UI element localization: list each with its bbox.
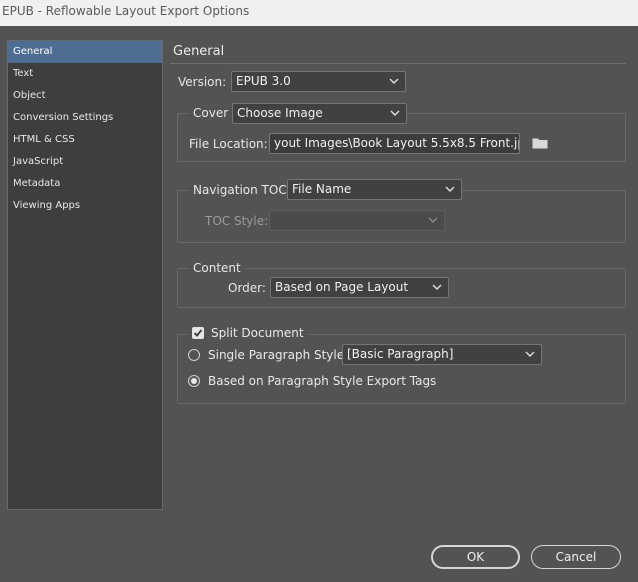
- sidebar-item-conversion-settings[interactable]: Conversion Settings: [8, 107, 162, 129]
- sidebar-item-text[interactable]: Text: [8, 63, 162, 85]
- sidebar-item-metadata[interactable]: Metadata: [8, 173, 162, 195]
- cover-value: Choose Image: [237, 106, 323, 120]
- sidebar: General Text Object Conversion Settings …: [7, 40, 163, 510]
- order-select[interactable]: Based on Page Layout: [270, 277, 449, 298]
- window-title: EPUB - Reflowable Layout Export Options: [0, 0, 638, 26]
- folder-icon[interactable]: [532, 137, 548, 149]
- version-value: EPUB 3.0: [236, 74, 291, 88]
- navigation-toc-label: Navigation TOC: [189, 183, 291, 197]
- paragraph-style-select[interactable]: [Basic Paragraph]: [342, 344, 542, 365]
- chevron-down-icon: [445, 186, 455, 192]
- file-location-field[interactable]: yout Images\Book Layout 5.5x8.5 Front.jp…: [269, 133, 520, 154]
- version-label: Version:: [178, 75, 227, 89]
- sidebar-item-general[interactable]: General: [8, 41, 162, 63]
- chevron-down-icon: [389, 78, 399, 84]
- export-tags-label: Based on Paragraph Style Export Tags: [208, 374, 437, 388]
- section-title: General: [173, 44, 225, 59]
- ok-button[interactable]: OK: [431, 545, 520, 569]
- version-select[interactable]: EPUB 3.0: [231, 71, 406, 92]
- checkmark-icon: [193, 329, 203, 337]
- order-value: Based on Page Layout: [275, 280, 409, 294]
- single-paragraph-radio[interactable]: [188, 349, 200, 361]
- single-paragraph-label: Single Paragraph Style: [208, 348, 345, 362]
- sidebar-item-object[interactable]: Object: [8, 85, 162, 107]
- export-tags-radio[interactable]: [188, 375, 200, 387]
- paragraph-style-value: [Basic Paragraph]: [347, 347, 454, 361]
- cover-select[interactable]: Choose Image: [232, 103, 407, 124]
- cancel-button[interactable]: Cancel: [531, 545, 621, 569]
- sidebar-item-viewing-apps[interactable]: Viewing Apps: [8, 195, 162, 217]
- section-divider: [170, 63, 626, 64]
- chevron-down-icon: [525, 351, 535, 357]
- toc-style-label: TOC Style:: [205, 214, 269, 228]
- navigation-toc-value: File Name: [292, 182, 352, 196]
- split-document-label: Split Document: [211, 326, 304, 340]
- cover-label: Cover: [189, 106, 233, 120]
- sidebar-item-javascript[interactable]: JavaScript: [8, 151, 162, 173]
- order-label: Order:: [228, 281, 266, 295]
- chevron-down-icon: [390, 110, 400, 116]
- file-location-label: File Location:: [189, 137, 268, 151]
- navigation-toc-select[interactable]: File Name: [287, 179, 462, 200]
- toc-style-select[interactable]: [269, 210, 445, 231]
- split-document-checkbox[interactable]: [192, 327, 204, 339]
- content-label: Content: [189, 261, 245, 275]
- chevron-down-icon: [432, 284, 442, 290]
- sidebar-item-html-css[interactable]: HTML & CSS: [8, 129, 162, 151]
- chevron-down-icon: [428, 217, 438, 223]
